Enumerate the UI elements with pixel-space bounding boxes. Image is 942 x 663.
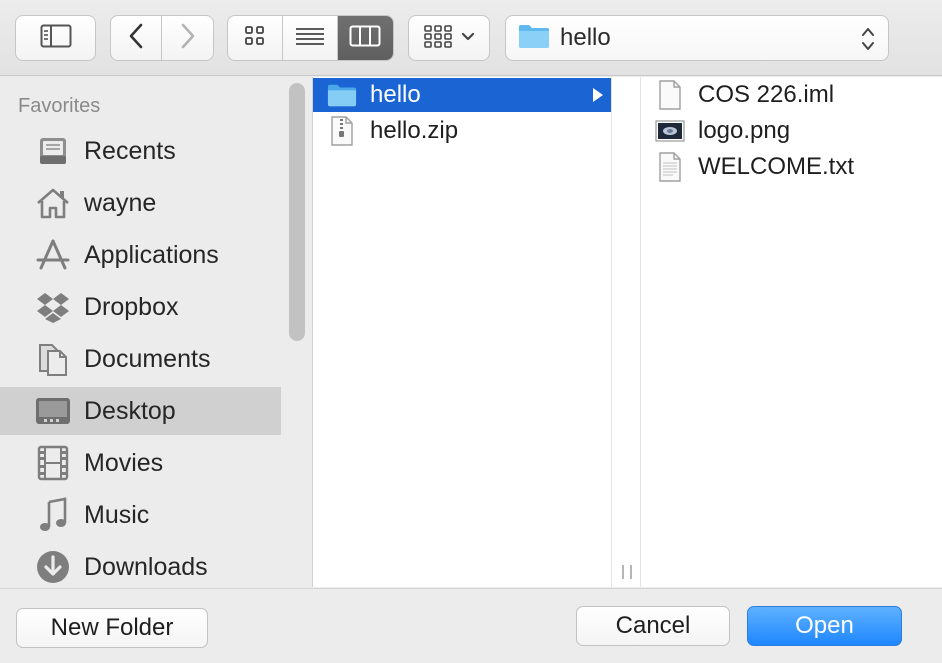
sidebar-item-music[interactable]: Music — [0, 491, 281, 539]
arrange-menu-button[interactable] — [408, 15, 490, 61]
arrange-icon — [423, 24, 455, 53]
home-icon — [34, 184, 72, 222]
downloads-icon — [34, 548, 72, 586]
file-row-cos-226-iml[interactable]: COS 226.iml — [641, 78, 942, 112]
sidebar-item-label: Applications — [84, 240, 219, 269]
sidebar-item-documents[interactable]: Documents — [0, 335, 281, 383]
movies-icon — [34, 444, 72, 482]
file-name: logo.png — [698, 117, 791, 144]
column-divider[interactable] — [612, 77, 641, 587]
location-popup[interactable]: hello — [505, 15, 889, 61]
dropbox-icon — [34, 288, 72, 326]
image-thumbnail-icon — [655, 116, 685, 146]
file-row-welcome-txt[interactable]: WELCOME.txt — [641, 150, 942, 184]
disclosure-triangle-icon — [591, 86, 605, 109]
sidebar-item-label: Recents — [84, 136, 176, 165]
column-1: hello hello.zip — [313, 77, 612, 587]
sidebar-item-label: Dropbox — [84, 292, 179, 321]
column-view-button[interactable] — [337, 16, 393, 60]
documents-icon — [34, 340, 72, 378]
file-row-logo-png[interactable]: logo.png — [641, 114, 942, 148]
open-file-dialog: hello Favorites Recents wayne Applicatio… — [0, 0, 942, 663]
column-browser: hello hello.zip COS 226.iml logo.png WEL… — [312, 77, 942, 587]
sidebar-item-label: Downloads — [84, 552, 208, 581]
document-icon — [655, 80, 685, 110]
sidebar-item-movies[interactable]: Movies — [0, 439, 281, 487]
recents-icon — [34, 132, 72, 170]
updown-chevron-icon — [860, 25, 876, 58]
sidebar-item-downloads[interactable]: Downloads — [0, 543, 281, 587]
chevron-left-icon — [128, 23, 144, 54]
sidebar-item-label: Music — [84, 500, 150, 529]
new-folder-button[interactable]: New Folder — [16, 608, 208, 648]
back-button[interactable] — [111, 16, 163, 60]
sidebar-item-wayne[interactable]: wayne — [0, 179, 281, 227]
file-row-hello[interactable]: hello — [313, 78, 611, 112]
column-resize-handle[interactable] — [622, 565, 632, 579]
sidebar-item-desktop[interactable]: Desktop — [0, 387, 281, 435]
sidebar-item-label: Movies — [84, 448, 164, 477]
sidebar-toggle-icon — [40, 24, 72, 53]
open-button[interactable]: Open — [747, 606, 902, 646]
bottom-bar: New Folder Cancel Open — [0, 588, 942, 663]
sidebar-toggle-button[interactable] — [15, 15, 96, 61]
zip-file-icon — [327, 116, 357, 146]
folder-icon — [518, 23, 550, 54]
file-name: hello.zip — [370, 117, 459, 144]
list-view-button[interactable] — [283, 16, 338, 60]
icon-view-button[interactable] — [228, 16, 284, 60]
toolbar: hello — [0, 0, 942, 76]
sidebar-item-label: Desktop — [84, 396, 176, 425]
folder-icon — [327, 80, 357, 110]
sidebar-heading-favorites: Favorites — [18, 95, 101, 117]
list-icon — [295, 26, 325, 51]
view-mode-control — [227, 15, 394, 61]
file-name: COS 226.iml — [698, 81, 835, 108]
sidebar-item-recents[interactable]: Recents — [0, 127, 281, 175]
applications-icon — [34, 236, 72, 274]
file-row-hello-zip[interactable]: hello.zip — [313, 114, 611, 148]
back-forward-control — [110, 15, 214, 61]
sidebar-scrollbar[interactable] — [289, 83, 305, 341]
file-name: WELCOME.txt — [698, 153, 855, 180]
location-label: hello — [560, 24, 611, 51]
sidebar-item-label: wayne — [84, 188, 157, 217]
text-file-icon — [655, 152, 685, 182]
sidebar-item-dropbox[interactable]: Dropbox — [0, 283, 281, 331]
chevron-right-icon — [180, 23, 196, 54]
columns-icon — [349, 25, 381, 52]
chevron-down-icon — [461, 29, 475, 47]
sidebar: Favorites Recents wayne Applications Dro… — [0, 77, 312, 587]
forward-button[interactable] — [162, 16, 213, 60]
music-icon — [34, 496, 72, 534]
sidebar-item-label: Documents — [84, 344, 211, 373]
sidebar-item-applications[interactable]: Applications — [0, 231, 281, 279]
grid-icon — [244, 25, 266, 52]
desktop-icon — [34, 392, 72, 430]
column-2: COS 226.iml logo.png WELCOME.txt — [641, 77, 942, 587]
cancel-button[interactable]: Cancel — [576, 606, 730, 646]
file-name: hello — [370, 81, 421, 108]
